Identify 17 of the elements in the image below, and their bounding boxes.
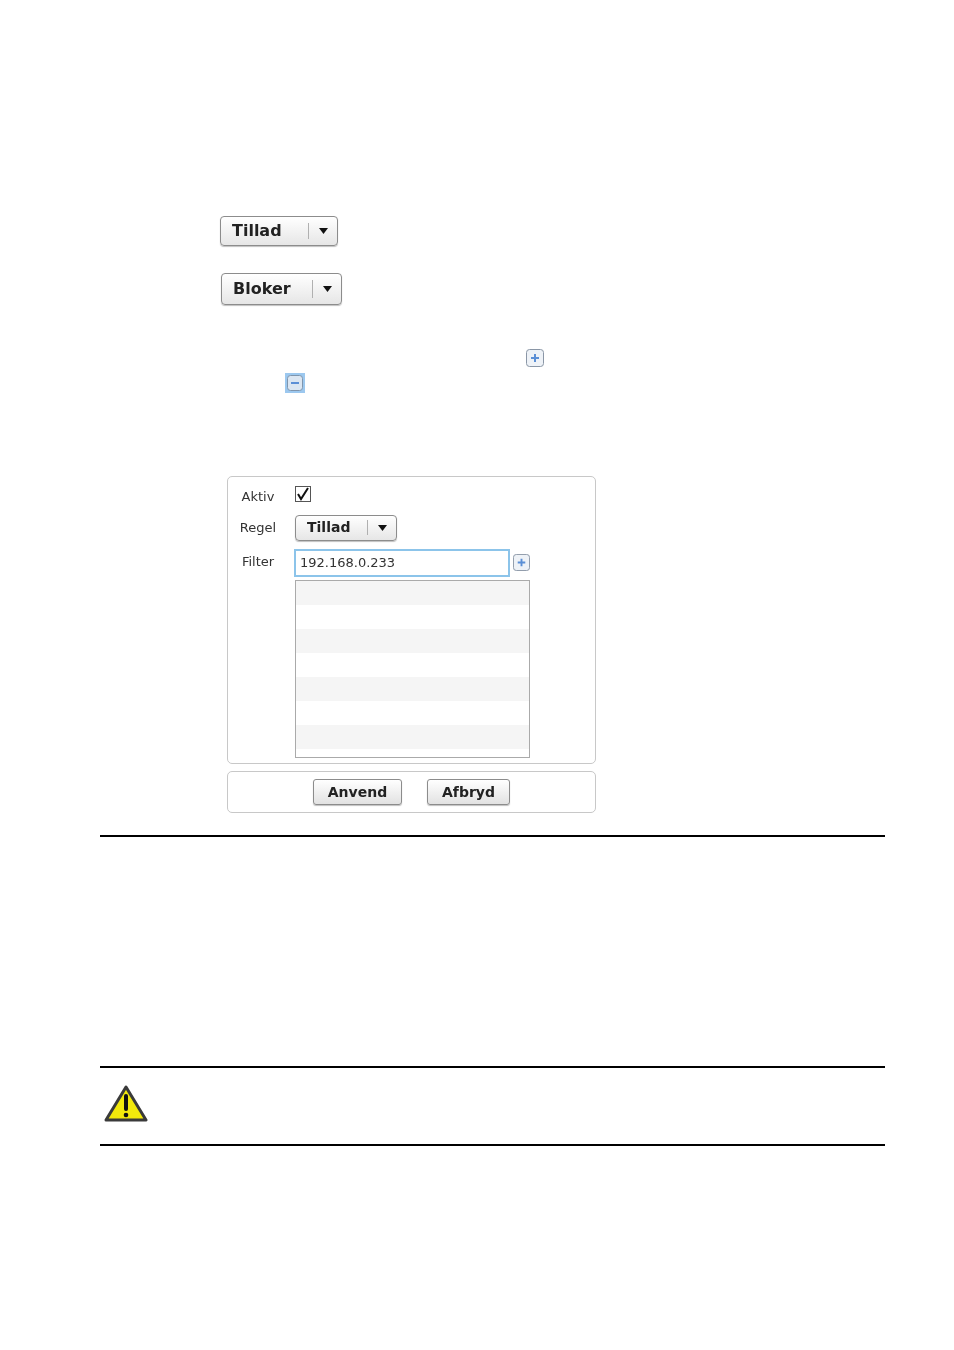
caret-icon — [318, 228, 328, 234]
dialog-button[interactable]: Anvend — [313, 779, 402, 805]
dialog-button[interactable]: Afbryd — [427, 779, 510, 805]
warning-icon — [104, 1085, 148, 1122]
checkbox[interactable] — [295, 486, 311, 502]
remove-icon[interactable] — [285, 373, 305, 393]
field-label: Regel — [238, 518, 278, 537]
filter-field[interactable]: 192.168.0.233 — [294, 548, 510, 577]
dropdown[interactable]: Bloker — [221, 273, 342, 305]
dropdown[interactable]: Tillad — [295, 514, 397, 541]
field-label: Filter — [240, 552, 276, 571]
caret-icon — [377, 524, 387, 531]
field-label: Aktiv — [240, 488, 276, 506]
dropdown[interactable]: Tillad — [220, 216, 338, 246]
add-icon[interactable] — [526, 349, 544, 367]
caret-icon — [322, 286, 332, 292]
add-icon[interactable] — [513, 553, 530, 571]
